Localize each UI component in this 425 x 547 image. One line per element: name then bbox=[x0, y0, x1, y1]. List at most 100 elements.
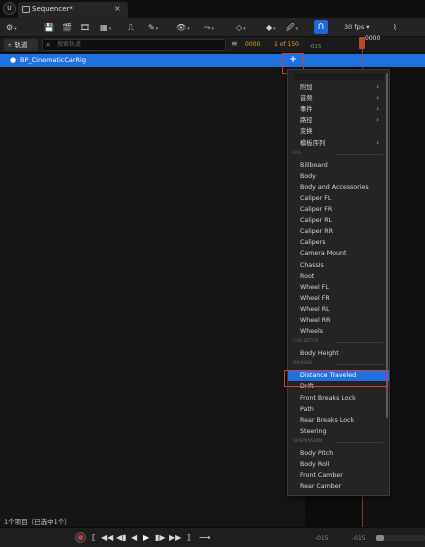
menu-item[interactable]: Root bbox=[288, 271, 389, 282]
key-icon: ⎍ bbox=[128, 23, 134, 32]
menu-item[interactable]: Wheel FL bbox=[288, 282, 389, 293]
menu-item[interactable]: Caliper RR bbox=[288, 226, 389, 237]
jump-to-end-button[interactable]: ⟧ bbox=[187, 532, 191, 544]
menu-item[interactable]: 附加 › bbox=[288, 82, 389, 93]
brush-icon: ✎ bbox=[148, 23, 155, 32]
timeline-track-bar bbox=[305, 54, 425, 67]
toolbar-camera-button[interactable]: 🎬 bbox=[62, 21, 72, 34]
toolbar-pen-button[interactable]: 🖉▾ bbox=[286, 21, 298, 34]
view-end-field[interactable]: -015 bbox=[352, 535, 366, 542]
menu-item[interactable]: Caliper FR bbox=[288, 204, 389, 215]
toolbar-diamond-button[interactable]: ◇▾ bbox=[236, 21, 246, 34]
menu-item-label: 模板序列 bbox=[300, 139, 326, 147]
menu-item-label: 事件 bbox=[300, 106, 313, 114]
jump-to-end-icon: ⟧ bbox=[187, 533, 191, 542]
save-icon: 💾 bbox=[44, 23, 54, 32]
toolbar-render-button[interactable]: 🎞 bbox=[80, 21, 90, 34]
search-input[interactable] bbox=[57, 40, 217, 50]
cog-icon: ⚙ bbox=[6, 23, 14, 32]
toolbar: ⚙▾ 💾 🎬 🎞 ▦▾ ⎍ ✎▾ 👁▾ ⤳▾ ◇▾ ◆▾ 🖉▾ ∩ 30 fps… bbox=[0, 18, 425, 37]
menu-item[interactable]: Rear Camber bbox=[288, 481, 389, 492]
menu-item-label: Wheel FR bbox=[300, 294, 330, 302]
prev-key-button[interactable]: ◀◀ bbox=[101, 532, 113, 544]
toolbar-curve-button[interactable]: ⤳▾ bbox=[204, 21, 214, 34]
menu-section-header: RIG bbox=[293, 150, 385, 158]
menu-item[interactable]: Steering bbox=[288, 426, 389, 437]
menu-item-label: Wheel RL bbox=[300, 305, 330, 313]
menu-item[interactable]: Wheel RR bbox=[288, 315, 389, 326]
jump-to-start-button[interactable]: ⟦ bbox=[92, 532, 96, 544]
play-reverse-button[interactable]: ◀ bbox=[131, 532, 137, 544]
filter-icon[interactable]: ≡ bbox=[231, 39, 238, 48]
toolbar-key-button[interactable]: ⎍ bbox=[128, 21, 134, 34]
play-button[interactable]: ▶ bbox=[143, 532, 149, 544]
menu-item[interactable]: Caliper RL bbox=[288, 215, 389, 226]
curve-icon: ⤳ bbox=[204, 23, 211, 32]
loop-button[interactable]: ⟶ bbox=[199, 532, 210, 544]
menu-item[interactable]: 变换 bbox=[288, 126, 389, 137]
timeline-scrollbar[interactable] bbox=[376, 535, 425, 541]
close-icon[interactable]: × bbox=[114, 4, 121, 13]
menu-item[interactable]: Wheels bbox=[288, 326, 389, 337]
menu-item[interactable]: Chassis bbox=[288, 260, 389, 271]
menu-item-label: Caliper FR bbox=[300, 206, 333, 213]
menu-item-label: Body bbox=[300, 172, 316, 180]
record-button[interactable] bbox=[75, 532, 86, 543]
view-start-field[interactable]: -015 bbox=[315, 535, 329, 542]
menu-item[interactable]: 模板序列 › bbox=[288, 138, 389, 149]
frame-count: 1 of 150 bbox=[274, 41, 299, 48]
search-icon: ⌕ bbox=[46, 40, 51, 49]
toolbar-film-button[interactable]: ▦▾ bbox=[100, 21, 111, 34]
menu-item[interactable]: Wheel FR bbox=[288, 293, 389, 304]
menu-search-field[interactable] bbox=[294, 73, 384, 80]
menu-item[interactable]: Body Pitch bbox=[288, 448, 389, 459]
toolbar-cog-button[interactable]: ⚙▾ bbox=[6, 21, 17, 34]
toolbar-brush-button[interactable]: ✎▾ bbox=[148, 21, 158, 34]
menu-item[interactable]: Caliper FL bbox=[288, 193, 389, 204]
status-bar: 1个项目（已选中1个） bbox=[0, 513, 305, 526]
add-track-button[interactable]: + 轨道 bbox=[4, 39, 38, 51]
menu-item-label: Body Pitch bbox=[300, 449, 334, 457]
menu-item[interactable]: 音频 › bbox=[288, 93, 389, 104]
toolbar-eye-button[interactable]: 👁▾ bbox=[176, 21, 190, 34]
track-search-box[interactable]: ⌕ bbox=[42, 39, 226, 51]
menu-item[interactable]: Front Breaks Lock bbox=[288, 393, 389, 404]
menu-item[interactable]: Calipers bbox=[288, 237, 389, 248]
menu-item[interactable]: Path bbox=[288, 404, 389, 415]
menu-item[interactable]: Body bbox=[288, 171, 389, 182]
toolbar-keyframe-button[interactable]: ◆▾ bbox=[266, 21, 276, 34]
menu-item[interactable]: Camera Mount bbox=[288, 248, 389, 259]
menu-item[interactable]: Body and Accessories bbox=[288, 182, 389, 193]
menu-item[interactable]: Rear Breaks Lock bbox=[288, 415, 389, 426]
curve-editor-button[interactable]: ⌇ bbox=[393, 21, 397, 34]
next-frame-button[interactable]: ▮▶ bbox=[155, 532, 166, 544]
menu-item[interactable]: Front Camber bbox=[288, 470, 389, 481]
menu-item-label: Body and Accessories bbox=[300, 183, 369, 191]
menu-item[interactable]: 事件 › bbox=[288, 104, 389, 115]
menu-item-label: Camera Mount bbox=[300, 250, 347, 258]
playhead-handle[interactable] bbox=[359, 37, 365, 49]
track-row[interactable]: ● BP_CinematicCarRig bbox=[0, 54, 305, 67]
menu-item-label: Caliper RR bbox=[300, 228, 333, 236]
timeline-scroll-thumb[interactable] bbox=[376, 535, 384, 541]
menu-item[interactable]: Body Height bbox=[288, 348, 389, 359]
next-key-button[interactable]: ▶▶ bbox=[169, 532, 181, 544]
menu-item[interactable]: Billboard bbox=[288, 160, 389, 171]
menu-item[interactable]: 路径 › bbox=[288, 115, 389, 126]
fps-dropdown[interactable]: 30 fps ▾ bbox=[344, 21, 369, 34]
snap-toggle-button[interactable]: ∩ bbox=[314, 20, 328, 34]
toolbar-save-button[interactable]: 💾 bbox=[44, 21, 54, 34]
menu-item-label: Billboard bbox=[300, 161, 328, 169]
add-track-plus-button[interactable]: + bbox=[286, 55, 300, 66]
tab-sequencer[interactable]: Sequencer* × bbox=[18, 2, 128, 18]
chevron-right-icon: › bbox=[376, 94, 379, 103]
menu-section-header: DRIVING bbox=[293, 360, 385, 368]
current-frame[interactable]: 0000 bbox=[245, 41, 260, 48]
menu-item[interactable]: Wheel RL bbox=[288, 304, 389, 315]
timeline-ruler[interactable]: -015 0000 bbox=[305, 35, 425, 53]
menu-item-label: Wheels bbox=[300, 328, 323, 336]
prev-frame-button[interactable]: ◀▮ bbox=[116, 532, 127, 544]
menu-item-label: Body Height bbox=[300, 350, 339, 358]
tab-label: Sequencer* bbox=[32, 5, 73, 13]
menu-item[interactable]: Body Roll bbox=[288, 459, 389, 470]
